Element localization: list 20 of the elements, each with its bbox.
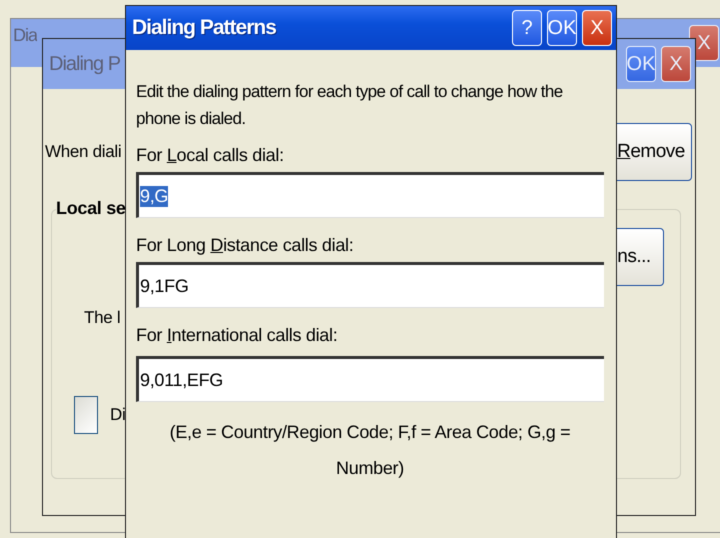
legend-text: (E,e = Country/Region Code; F,f = Area Code; G,g = Number) <box>168 421 572 480</box>
ok-button[interactable]: OK <box>547 10 577 46</box>
field-label: For Local calls dial: <box>136 144 285 167</box>
field-label: For International calls dial: <box>136 324 338 347</box>
info-text: The l <box>84 308 122 328</box>
help-button[interactable]: ? <box>512 10 542 46</box>
window-title: Dialing Patterns <box>132 16 277 40</box>
pattern-field[interactable]: 9,1FG <box>136 262 604 308</box>
ok-button[interactable]: OK <box>626 46 656 82</box>
close-button[interactable]: X <box>661 46 691 82</box>
pattern-field[interactable]: 9,011,EFG <box>136 356 604 402</box>
window-title: Dia <box>13 25 38 46</box>
checkbox-label: Di <box>110 405 126 425</box>
description-text: Edit the dialing pattern for each type of call to change how the phone is dialed. <box>136 81 564 130</box>
instruction-text: When diali <box>45 142 122 162</box>
window-title: Dialing P <box>49 52 122 76</box>
field-label: For Long Distance calls dial: <box>136 234 354 257</box>
checkbox[interactable] <box>74 396 98 434</box>
pattern-field[interactable]: 9,G <box>136 172 604 218</box>
close-button[interactable]: X <box>582 10 612 46</box>
